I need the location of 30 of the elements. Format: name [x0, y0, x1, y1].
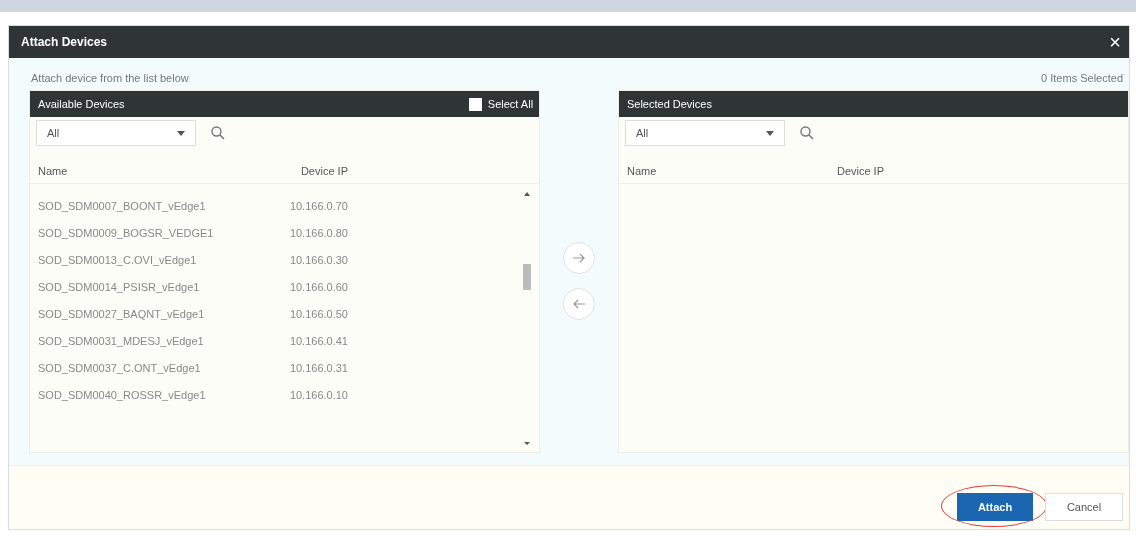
panel-title: Available Devices — [38, 98, 125, 110]
device-row[interactable]: SOD_SDM0013_C.OVI_vEdge1 10.166.0.30 — [30, 246, 522, 273]
right-arrow-icon — [572, 252, 586, 264]
panel-title: Selected Devices — [626, 98, 712, 110]
filter-dropdown[interactable]: All — [624, 120, 785, 146]
attach-button[interactable]: Attach — [957, 492, 1033, 521]
left-arrow-icon — [572, 298, 586, 310]
device-row[interactable]: SOD_SDM0040_ROSSR_vEdge1 10.166.0.10 — [30, 381, 522, 408]
column-header: Device IP — [836, 165, 885, 177]
instruction-text: Attach device from the list below — [31, 72, 189, 84]
selected-count: 0 Items Selected — [1041, 72, 1123, 84]
column-header: Name — [38, 165, 69, 177]
dialog-title: Attach Devices — [21, 35, 108, 49]
search-icon[interactable] — [798, 125, 815, 141]
device-row[interactable]: SOD_SDM0007_BOONT_vEdge1 10.166.0.70 — [30, 192, 522, 219]
cancel-button[interactable]: Cancel — [1045, 492, 1123, 521]
device-row[interactable]: SOD_SDM0027_BAQNT_vEdge1 10.166.0.50 — [30, 300, 522, 327]
caret-icon — [765, 130, 774, 136]
filter-dropdown[interactable]: All — [36, 120, 196, 146]
close-button[interactable]: × — [1109, 30, 1121, 54]
caret-icon — [177, 130, 185, 136]
device-row[interactable]: SOD_SDM0009_BOGSR_VEDGE1 10.166.0.80 — [30, 219, 522, 246]
device-row[interactable]: SOD_SDM0014_PSISR_vEdge1 10.166.0.60 — [30, 273, 522, 300]
device-row[interactable]: SOD_SDM0037_C.ONT_vEdge1 10.166.0.31 — [30, 354, 522, 381]
device-row[interactable]: SOD_SDM0031_MDESJ_vEdge1 10.166.0.41 — [30, 327, 522, 354]
select-all-checkbox[interactable] — [468, 97, 482, 111]
column-header: Name — [626, 165, 658, 177]
search-icon[interactable] — [210, 125, 226, 141]
column-header: Device IP — [299, 165, 348, 177]
select-all-label: Select All — [487, 98, 534, 110]
